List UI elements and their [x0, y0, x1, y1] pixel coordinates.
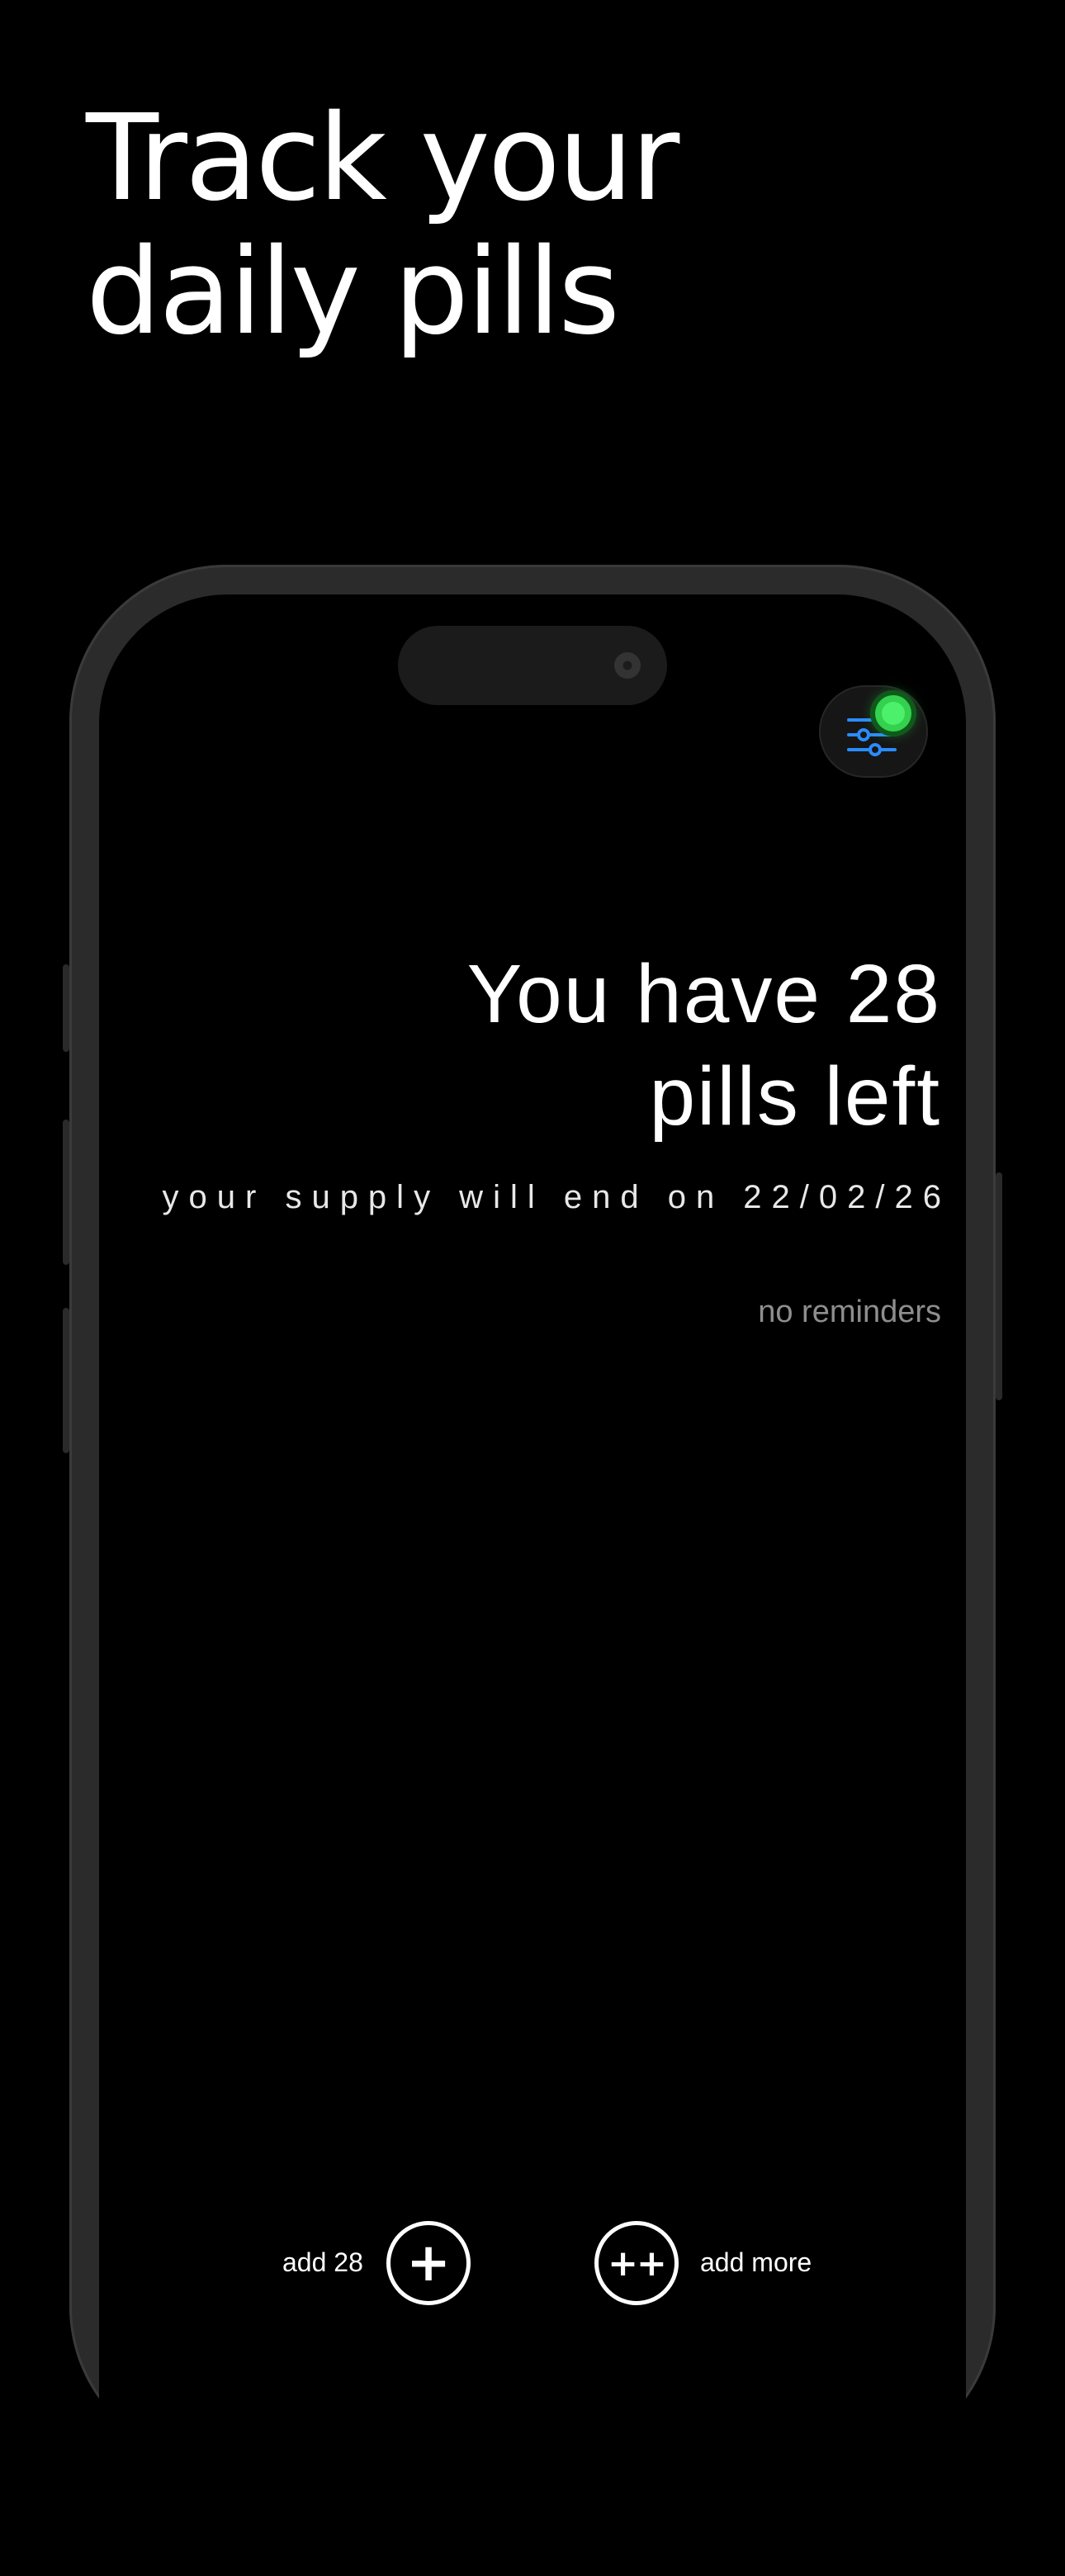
reminders-status[interactable]: no reminders [758, 1295, 941, 1330]
add-fixed-label: add 28 [282, 2247, 363, 2277]
settings-menu-button[interactable] [819, 685, 928, 778]
pill-count-heading: You have 28 pills left [467, 943, 941, 1148]
add-fixed-button[interactable]: + [386, 2221, 471, 2305]
dynamic-island [398, 626, 667, 705]
plus-icon: + [406, 2233, 451, 2294]
app-screen: You have 28 pills left your supply will … [99, 594, 966, 2576]
add-more-button[interactable]: ++ [594, 2221, 679, 2305]
headline-line-1: Track your [86, 88, 679, 227]
add-more-label: add more [700, 2247, 812, 2277]
volume-down-button [63, 1308, 69, 1453]
supply-end-date: your supply will end on 22/02/26 [162, 1179, 951, 1215]
camera-icon [614, 652, 641, 679]
pill-count-line-1: You have 28 [466, 948, 941, 1040]
double-plus-icon: ++ [608, 2242, 667, 2285]
side-button [996, 1172, 1002, 1400]
status-indicator-icon [875, 695, 911, 732]
headline-line-2: daily pills [86, 222, 620, 361]
phone-frame: You have 28 pills left your supply will … [63, 565, 1002, 2576]
action-button [63, 964, 69, 1052]
promo-headline: Track your daily pills [86, 88, 679, 361]
volume-up-button [63, 1120, 69, 1265]
pill-count-line-2: pills left [649, 1050, 941, 1143]
